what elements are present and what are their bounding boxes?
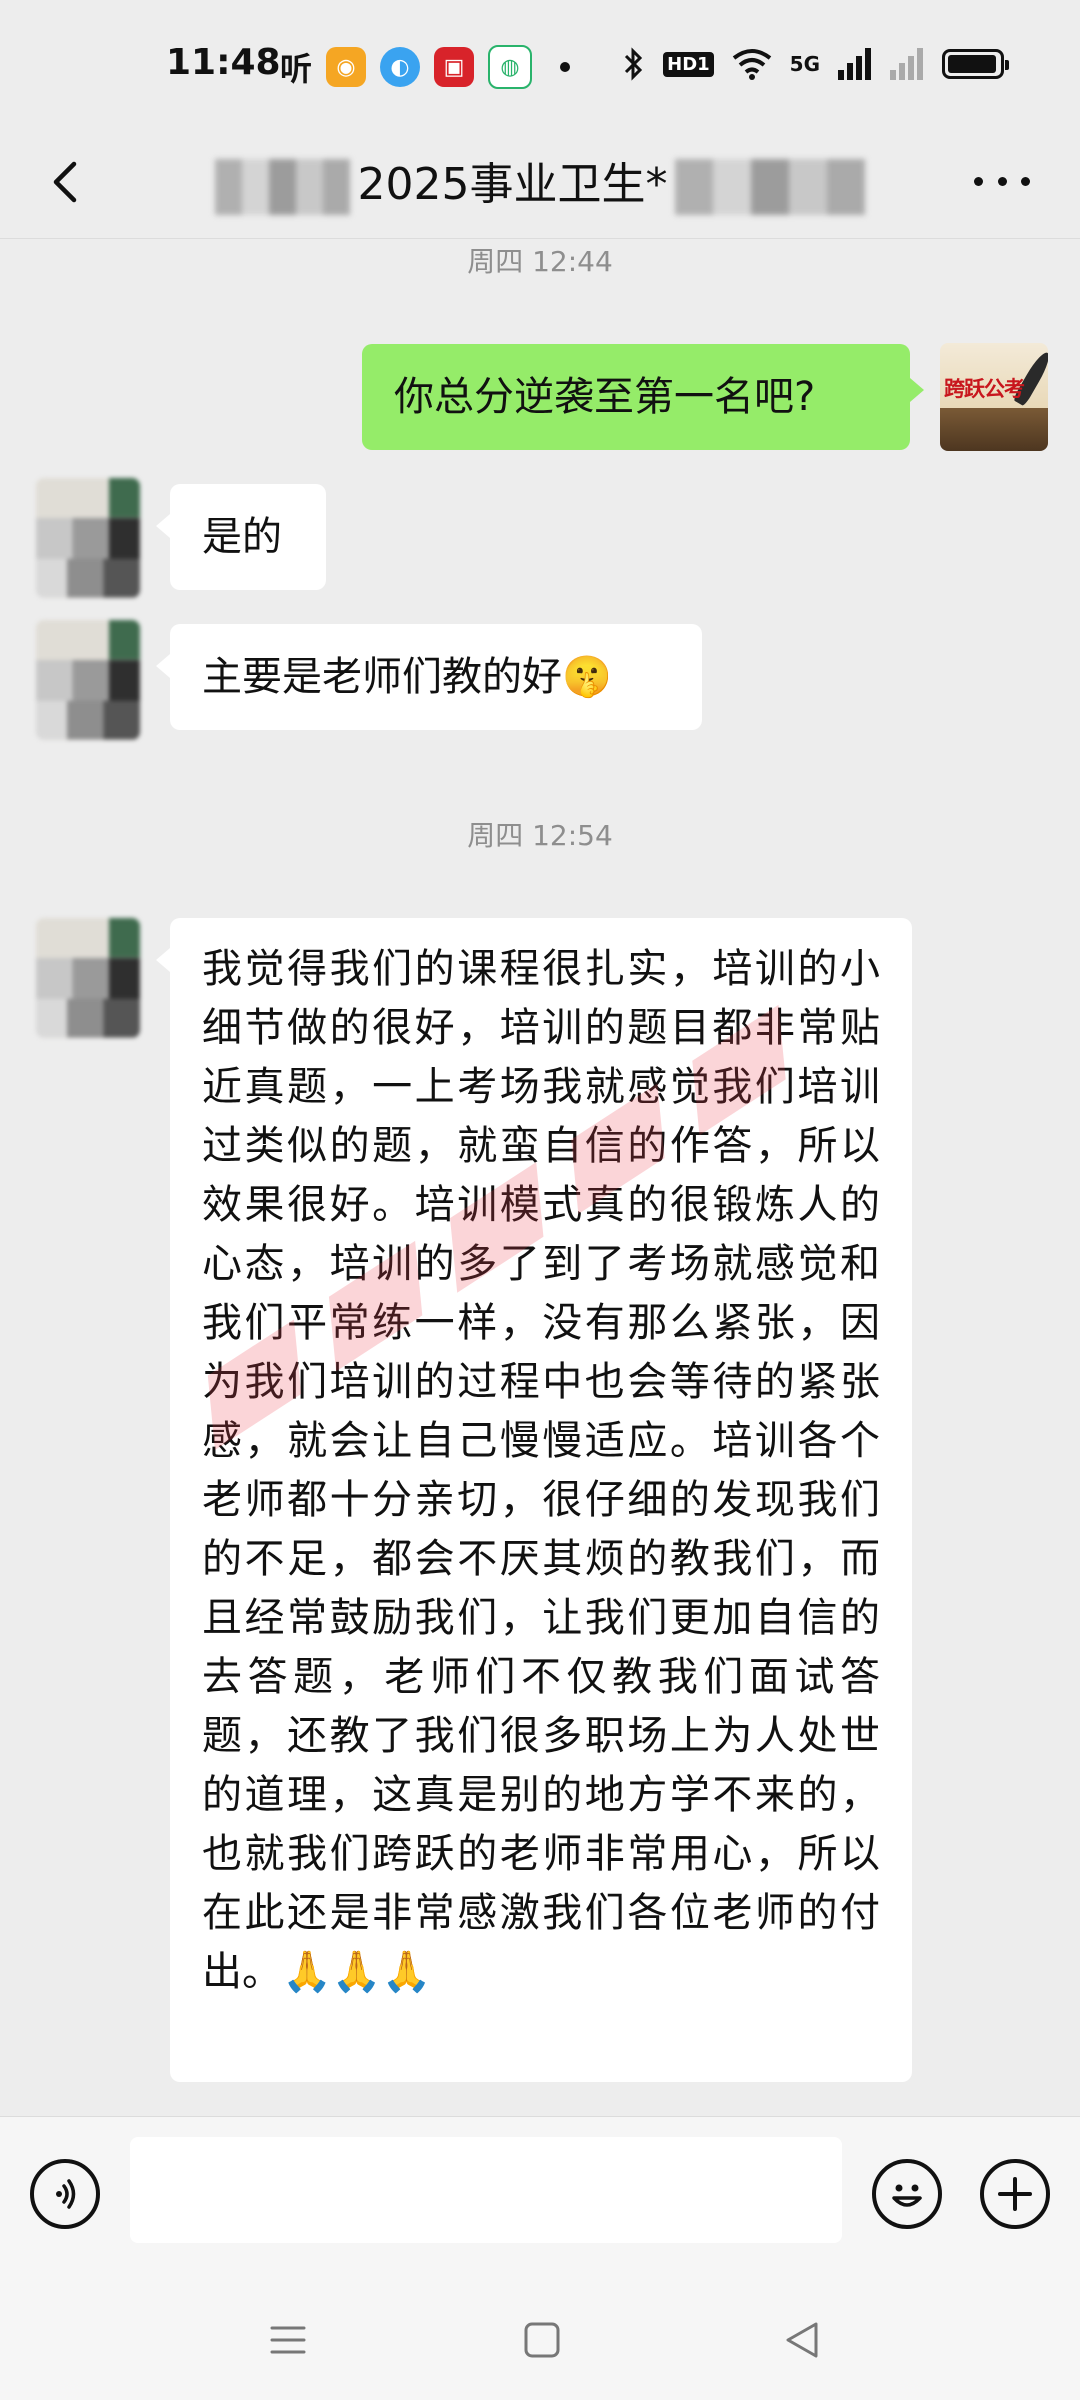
more-dots-icon[interactable] — [974, 166, 1030, 196]
more-notifications-icon — [560, 62, 571, 72]
redacted-region — [675, 159, 866, 215]
contact-avatar[interactable] — [36, 478, 140, 598]
battery-level — [948, 55, 996, 73]
mobile-app-icon: ◍ — [488, 45, 533, 89]
my-avatar[interactable]: 跨跃公考 — [940, 343, 1048, 451]
signal-2-icon — [890, 48, 923, 80]
contact-avatar[interactable] — [36, 918, 140, 1038]
listen-app-icon: 听 — [280, 50, 313, 88]
chat-title: 2025事业卫生* — [0, 148, 1080, 215]
voice-waves-icon — [56, 2179, 76, 2209]
pray-emoji-icon: 🙏🙏🙏 — [282, 1949, 432, 1995]
redacted-region — [214, 159, 350, 215]
received-message-bubble[interactable]: 是的 — [156, 484, 326, 590]
received-message-text: 主要是老师们教的好 — [202, 654, 562, 700]
voice-icon[interactable] — [30, 2159, 100, 2229]
notification-icons: 听 ◉ ◐ ▣ ◍ — [280, 44, 571, 90]
sent-message-text: 你总分逆袭至第一名吧? — [394, 374, 816, 420]
contact-avatar[interactable] — [36, 620, 140, 740]
menu-icon[interactable] — [266, 2318, 310, 2362]
emoji-icon[interactable] — [872, 2159, 942, 2229]
system-status-icons: HD1 5G — [623, 46, 1009, 82]
message-input[interactable] — [130, 2137, 842, 2243]
back-triangle-icon[interactable] — [780, 2318, 824, 2362]
signal-icon — [838, 48, 871, 80]
plus-icon[interactable] — [980, 2159, 1050, 2229]
home-icon[interactable] — [520, 2318, 564, 2362]
wifi-icon — [732, 49, 771, 80]
received-message-bubble[interactable]: 主要是老师们教的好🤫 — [156, 624, 702, 730]
input-bar — [0, 2116, 1080, 2279]
sent-message-bubble[interactable]: 你总分逆袭至第一名吧? — [362, 344, 924, 450]
smiley-face-icon — [892, 2184, 922, 2207]
shush-emoji-icon: 🤫 — [562, 654, 612, 700]
status-time: 11:48 — [166, 42, 281, 83]
network-type-label: 5G — [789, 52, 820, 76]
received-message-text: 我觉得我们的课程很扎实，培训的小细节做的很好，培训的题目都非常贴近真题，一上考场… — [202, 946, 880, 1995]
browser-icon: ◐ — [380, 47, 421, 87]
chat-timestamp: 周四 12:44 — [467, 245, 613, 278]
system-navigation-bar — [0, 2278, 1080, 2400]
chat-timestamp: 周四 12:54 — [467, 819, 613, 852]
plus-sign-icon — [998, 2177, 1032, 2211]
chat-header: 2025事业卫生* — [0, 130, 1080, 239]
received-message-text: 是的 — [202, 514, 282, 560]
received-message-bubble-long[interactable]: 我觉得我们的课程很扎实，培训的小细节做的很好，培训的题目都非常贴近真题，一上考场… — [156, 918, 912, 2082]
status-bar: 11:48 听 ◉ ◐ ▣ ◍ HD1 5G — [0, 0, 1080, 130]
battery-icon — [942, 49, 1009, 79]
avatar-logo-text: 跨跃公考 — [944, 377, 1025, 401]
hd-icon: HD1 — [663, 51, 714, 77]
weibo-icon: ◉ — [326, 47, 367, 87]
chat-title-text: 2025事业卫生* — [357, 159, 668, 210]
bluetooth-icon — [625, 47, 643, 81]
bank-app-icon: ▣ — [434, 47, 475, 87]
